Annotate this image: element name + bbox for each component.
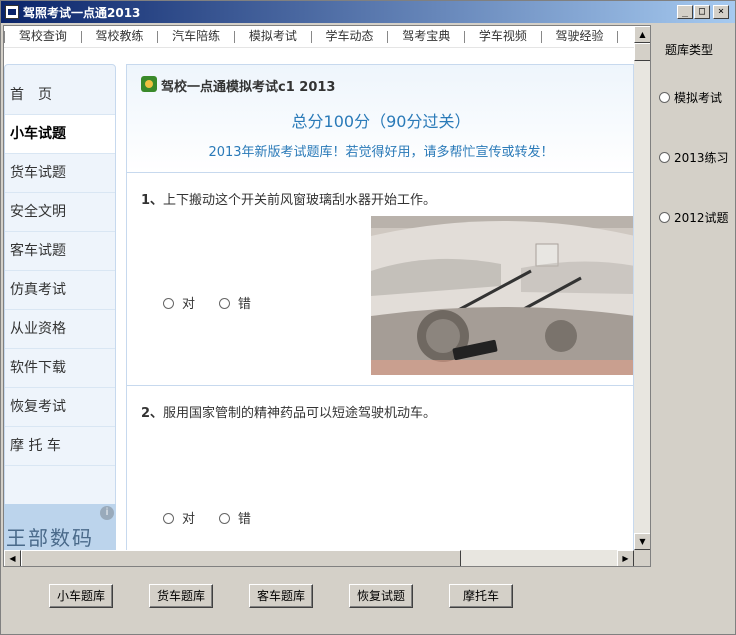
horizontal-scroll-thumb[interactable] <box>21 550 461 566</box>
car-bank-button[interactable]: 小车题库 <box>49 584 113 608</box>
option-label: 对 <box>182 512 196 527</box>
radio-icon[interactable] <box>218 298 230 309</box>
bank-option-label: 2012试题 <box>674 211 729 225</box>
horizontal-scrollbar[interactable]: ◀ ▶ <box>4 550 634 566</box>
exam-content: 驾校一点通模拟考试c1 2013 总分100分（90分过关） 2013年新版考试… <box>126 64 634 554</box>
app-icon <box>5 5 19 19</box>
restore-questions-button[interactable]: 恢复试题 <box>349 584 413 608</box>
scroll-right-button[interactable]: ▶ <box>617 550 634 566</box>
app-window: 驾照考试一点通2013 _ □ × 驾校查询 驾校教练 汽车陪练 模拟考试 学车… <box>0 0 736 635</box>
windshield-wiper-illustration <box>371 216 633 375</box>
answer-option-true[interactable]: 对 <box>163 508 195 527</box>
radio-icon[interactable] <box>659 212 670 223</box>
answer-option-false[interactable]: 错 <box>218 293 251 312</box>
option-label: 对 <box>182 297 196 312</box>
maximize-button[interactable]: □ <box>694 5 710 19</box>
sidebar-item-qualification[interactable]: 从业资格 <box>5 310 115 349</box>
scroll-down-button[interactable]: ▼ <box>634 533 650 550</box>
question-body: 服用国家管制的精神药品可以短途驾驶机动车。 <box>163 406 437 421</box>
nav-separator <box>540 30 542 43</box>
question-number: 1、 <box>141 193 164 208</box>
exam-title: 驾校一点通模拟考试c1 2013 <box>161 80 336 95</box>
radio-icon[interactable] <box>659 152 670 163</box>
scrollbar-corner <box>634 550 650 566</box>
logo-icon <box>141 76 157 92</box>
question-body: 上下搬动这个开关前风窗玻璃刮水器开始工作。 <box>163 193 437 208</box>
sidebar-item-simulation[interactable]: 仿真考试 <box>5 271 115 310</box>
motorcycle-button[interactable]: 摩托车 <box>449 584 513 608</box>
question-2: 2、服用国家管制的精神药品可以短途驾驶机动车。 对 错 <box>127 386 633 553</box>
exam-header: 驾校一点通模拟考试c1 2013 总分100分（90分过关） 2013年新版考试… <box>127 65 633 173</box>
nav-item-practice-driving[interactable]: 汽车陪练 <box>162 26 230 46</box>
window-title: 驾照考试一点通2013 <box>23 6 141 20</box>
nav-separator <box>464 30 466 43</box>
question-1: 1、上下搬动这个开关前风窗玻璃刮水器开始工作。 对 错 <box>127 173 633 386</box>
nav-separator <box>4 30 5 43</box>
sidebar-item-resume-exam[interactable]: 恢复考试 <box>5 388 115 427</box>
bank-option-2012-questions[interactable]: 2012试题 <box>659 209 729 226</box>
exam-note: 2013年新版考试题库！若觉得好用，请多帮忙宣传或转发！ <box>208 145 554 160</box>
web-content-view: 驾校查询 驾校教练 汽车陪练 模拟考试 学车动态 驾考宝典 学车视频 驾驶经验 … <box>3 25 651 567</box>
panel-title: 题库类型 <box>665 43 714 57</box>
sidebar-item-bus-questions[interactable]: 客车试题 <box>5 232 115 271</box>
bank-option-mock-exam[interactable]: 模拟考试 <box>659 89 722 106</box>
vertical-scrollbar[interactable]: ▲ ▼ <box>634 26 650 550</box>
question-image <box>371 216 633 375</box>
sidebar-item-motorcycle[interactable]: 摩 托 车 <box>5 427 115 466</box>
nav-separator <box>617 30 619 43</box>
option-label: 错 <box>237 512 251 527</box>
bus-bank-button[interactable]: 客车题库 <box>249 584 313 608</box>
radio-icon[interactable] <box>163 513 174 524</box>
ad-text: 王部数码 <box>6 526 94 550</box>
question-bank-panel: 题库类型 模拟考试 2013练习 2012试题 <box>653 25 735 585</box>
nav-separator <box>387 30 389 43</box>
nav-item-news[interactable]: 学车动态 <box>316 26 384 46</box>
radio-icon[interactable] <box>218 513 230 524</box>
sidebar-item-download[interactable]: 软件下载 <box>5 349 115 388</box>
sidebar-item-truck-questions[interactable]: 货车试题 <box>5 154 115 193</box>
answer-option-false[interactable]: 错 <box>218 508 251 527</box>
answer-options: 对 错 <box>163 293 271 312</box>
scroll-left-button[interactable]: ◀ <box>4 550 21 566</box>
nav-item-coach[interactable]: 驾校教练 <box>86 26 154 46</box>
nav-item-videos[interactable]: 学车视频 <box>469 26 537 46</box>
nav-item-mock-exam[interactable]: 模拟考试 <box>239 26 307 46</box>
sidebar: 首 页 小车试题 货车试题 安全文明 客车试题 仿真考试 从业资格 软件下载 恢… <box>4 64 116 520</box>
nav-separator <box>157 30 159 43</box>
radio-icon[interactable] <box>163 298 174 309</box>
nav-item-exam-guide[interactable]: 驾考宝典 <box>392 26 460 46</box>
nav-separator <box>80 30 82 43</box>
bank-option-2013-practice[interactable]: 2013练习 <box>659 149 729 166</box>
ad-banner[interactable]: 王部数码 i <box>4 504 116 552</box>
question-text: 2、服用国家管制的精神药品可以短途驾驶机动车。 <box>141 402 436 421</box>
bottom-toolbar: 小车题库 货车题库 客车题库 恢复试题 摩托车 <box>1 581 651 611</box>
scroll-up-button[interactable]: ▲ <box>634 26 650 43</box>
sidebar-item-safety[interactable]: 安全文明 <box>5 193 115 232</box>
nav-item-experience[interactable]: 驾驶经验 <box>546 26 614 46</box>
exam-score: 总分100分（90分过关） <box>291 112 471 131</box>
nav-separator <box>310 30 312 43</box>
bank-option-label: 2013练习 <box>674 151 729 165</box>
bank-option-label: 模拟考试 <box>674 91 723 105</box>
answer-options: 对 错 <box>163 508 271 527</box>
sidebar-item-home[interactable]: 首 页 <box>5 65 115 115</box>
truck-bank-button[interactable]: 货车题库 <box>149 584 213 608</box>
option-label: 错 <box>237 297 251 312</box>
minimize-button[interactable]: _ <box>677 5 693 19</box>
answer-option-true[interactable]: 对 <box>163 293 195 312</box>
nav-item-school-search[interactable]: 驾校查询 <box>9 26 77 46</box>
question-number: 2、 <box>141 406 164 421</box>
vertical-scroll-thumb[interactable] <box>634 43 650 61</box>
title-bar[interactable]: 驾照考试一点通2013 _ □ × <box>1 1 735 23</box>
top-nav: 驾校查询 驾校教练 汽车陪练 模拟考试 学车动态 驾考宝典 学车视频 驾驶经验 <box>4 26 634 48</box>
info-icon[interactable]: i <box>100 506 114 520</box>
nav-separator <box>234 30 236 43</box>
close-button[interactable]: × <box>713 5 729 19</box>
sidebar-item-car-questions[interactable]: 小车试题 <box>5 115 115 154</box>
radio-icon[interactable] <box>659 92 670 103</box>
question-text: 1、上下搬动这个开关前风窗玻璃刮水器开始工作。 <box>141 189 436 208</box>
